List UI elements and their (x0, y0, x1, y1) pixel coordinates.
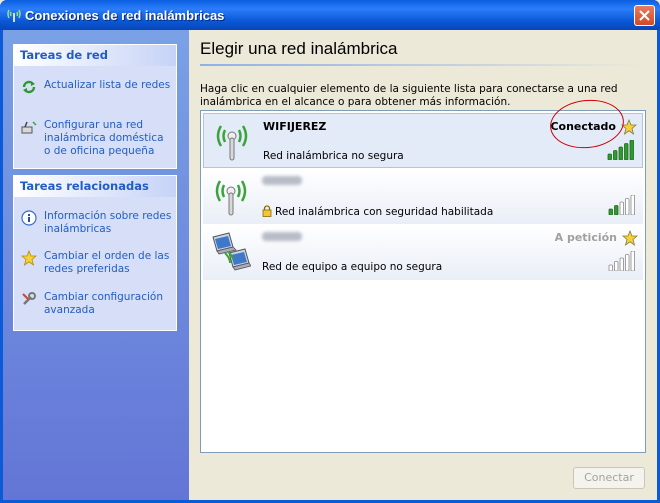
signal-bar (625, 254, 630, 271)
signal-strength-icon (608, 195, 635, 215)
refresh-icon (22, 80, 36, 94)
network-security-text: Red inalámbrica con seguridad habilitada (275, 206, 494, 218)
network-name-redacted (262, 232, 302, 241)
signal-strength-icon (607, 140, 634, 160)
network-item-secured[interactable]: Red inalámbrica con seguridad habilitada (203, 169, 643, 224)
wireless-setup-icon (21, 121, 37, 134)
computer-to-computer-icon (212, 232, 251, 271)
signal-bar (625, 198, 630, 215)
advanced-settings-label: Cambiar configuración avanzada (44, 291, 163, 316)
signal-bar (618, 146, 623, 160)
signal-bar (614, 205, 619, 215)
close-button[interactable] (634, 5, 655, 26)
signal-bar (629, 140, 634, 160)
window-title: Conexiones de red inalámbricas (25, 8, 225, 23)
star-icon (21, 250, 37, 266)
network-tasks-header: Tareas de red (14, 45, 176, 66)
network-security-description: Red inalámbrica con seguridad habilitada (262, 205, 493, 218)
connect-button[interactable]: Conectar (573, 467, 645, 489)
preferred-star-icon (622, 230, 638, 246)
signal-bar (630, 251, 635, 271)
related-tasks-header: Tareas relacionadas (14, 176, 176, 197)
title-bar[interactable]: Conexiones de red inalámbricas (0, 0, 660, 30)
signal-bar (624, 143, 629, 160)
signal-bar (614, 261, 619, 271)
network-name: WIFIJEREZ (263, 120, 327, 133)
network-item-adhoc[interactable]: A petición Red de equipo a equipo no seg… (203, 225, 643, 280)
title-divider (200, 64, 646, 66)
network-security-description: Red de equipo a equipo no segura (262, 261, 443, 273)
setup-wireless-network-label: Configurar una red inalámbrica doméstica… (44, 119, 164, 157)
wireless-antenna-icon (215, 180, 247, 216)
info-icon (21, 210, 37, 226)
network-list[interactable]: WIFIJEREZ Conectado Red inalámbrica no s… (200, 110, 646, 453)
close-icon (639, 10, 650, 21)
signal-bar (608, 208, 613, 215)
signal-bar (630, 195, 635, 215)
page-title: Elegir una red inalámbrica (200, 39, 398, 58)
signal-bar (613, 150, 618, 160)
network-status: A petición (554, 231, 617, 244)
lock-icon (262, 205, 272, 217)
network-security-description: Red inalámbrica no segura (263, 150, 404, 162)
tools-icon (22, 292, 36, 305)
wireless-info-label: Información sobre redes inalámbricas (44, 210, 172, 235)
wireless-network-icon (7, 9, 21, 22)
signal-bar (619, 257, 624, 271)
related-tasks-panel: Tareas relacionadas Información sobre re… (13, 175, 177, 331)
network-name-redacted (262, 176, 302, 185)
refresh-network-list-label: Actualizar lista de redes (44, 79, 171, 91)
signal-strength-icon (608, 251, 635, 271)
signal-bar (619, 201, 624, 215)
signal-bar (608, 264, 613, 271)
change-preferred-order-label: Cambiar el orden de las redes preferidas (44, 250, 170, 275)
signal-bar (607, 153, 612, 160)
network-tasks-panel: Tareas de red Actualizar lista de redes … (13, 44, 177, 169)
wireless-antenna-icon (216, 125, 248, 161)
